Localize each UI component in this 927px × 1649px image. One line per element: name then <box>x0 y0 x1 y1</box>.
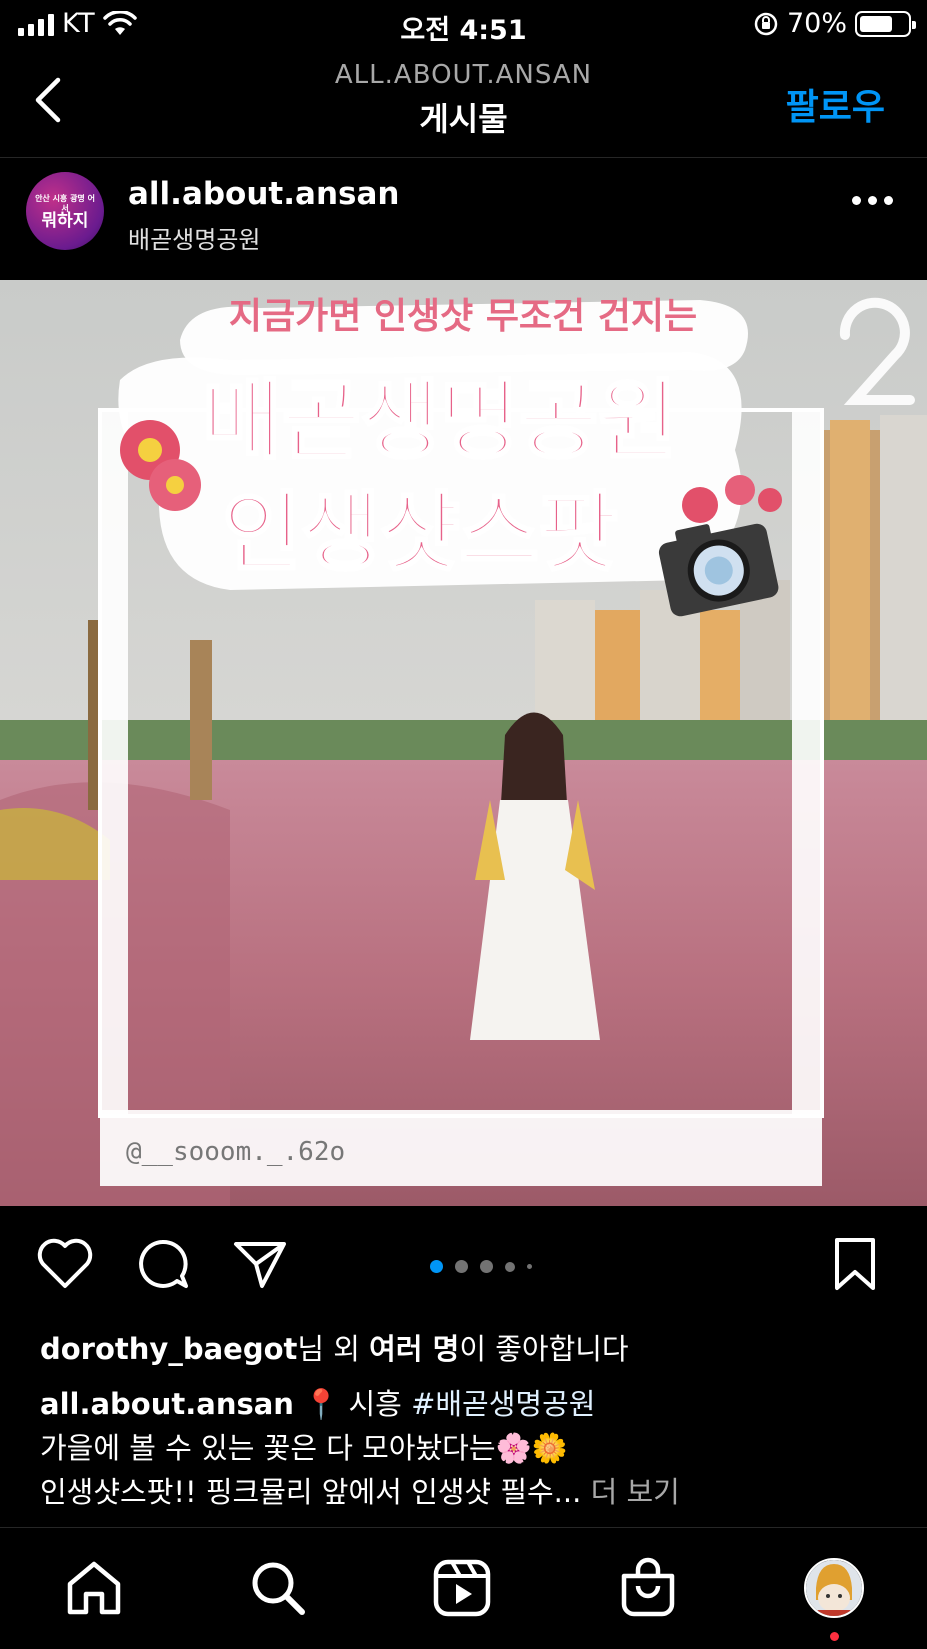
notification-dot <box>830 1632 839 1641</box>
carousel-dot <box>430 1260 443 1273</box>
search-icon[interactable] <box>246 1556 310 1620</box>
post-photo: 지금가면 인생샷 무조건 건지는 배곧생명공원 인생샷스팟 @__sooom._… <box>0 280 927 1206</box>
share-icon[interactable] <box>230 1234 290 1294</box>
caption-line-3-text: 인생샷스팟!! 핑크뮬리 앞에서 인생샷 필수... <box>40 1475 591 1509</box>
caption-username[interactable]: all.about.ansan <box>40 1387 294 1421</box>
tab-bar <box>0 1527 927 1649</box>
carousel-dot <box>527 1264 532 1269</box>
headline-sub: 인생샷스팟 <box>222 483 618 583</box>
avatar[interactable]: 안산 시흥 광명 어서 뭐하지 <box>26 172 104 250</box>
battery-percent: 70% <box>786 8 847 39</box>
headline-main: 배곧생명공원 <box>203 371 678 471</box>
battery-level <box>860 15 893 32</box>
see-more-link[interactable]: 더 보기 <box>591 1475 680 1509</box>
photo-credit: @__sooom._.62o <box>126 1137 345 1167</box>
status-bar: KT 오전 4:51 70% <box>0 0 927 50</box>
caption-location-text: 📍 시흥 <box>293 1387 412 1421</box>
reels-icon[interactable] <box>430 1556 494 1620</box>
profile-avatar[interactable] <box>804 1558 864 1618</box>
comment-icon[interactable] <box>132 1234 192 1294</box>
carousel-dot <box>505 1261 515 1272</box>
likes-middle: 님 외 <box>297 1332 370 1366</box>
caption-line-1: all.about.ansan 📍 시흥 #배곧생명공원 <box>40 1382 900 1426</box>
carousel-dot <box>455 1260 468 1273</box>
home-icon[interactable] <box>62 1556 126 1620</box>
carousel-indicator <box>430 1260 532 1273</box>
shop-icon[interactable] <box>616 1556 680 1620</box>
heart-icon[interactable] <box>35 1234 95 1294</box>
follow-button[interactable]: 팔로우 <box>786 78 885 130</box>
post-header: 안산 시흥 광명 어서 뭐하지 all.about.ansan 배곧생명공원 <box>0 158 927 280</box>
bookmark-icon[interactable] <box>825 1234 885 1294</box>
caption-hashtag[interactable]: #배곧생명공원 <box>411 1387 595 1421</box>
caption-line-2: 가을에 볼 수 있는 꽃은 다 모아놨다는🌸🌼 <box>40 1431 568 1465</box>
avatar-text-main: 뭐하지 <box>41 211 89 231</box>
carousel-dot <box>480 1260 493 1273</box>
post-location[interactable]: 배곧생명공원 <box>128 220 260 255</box>
likes-suffix: 이 좋아합니다 <box>459 1332 629 1366</box>
likes-text[interactable]: dorothy_baegot님 외 여러 명이 좋아합니다 <box>40 1326 629 1368</box>
profile-avatar-image <box>806 1560 862 1616</box>
status-right: 70% <box>753 8 916 39</box>
post-actions <box>0 1206 927 1324</box>
post-caption: all.about.ansan 📍 시흥 #배곧생명공원 가을에 볼 수 있는 … <box>40 1382 900 1514</box>
likes-others[interactable]: 여러 명 <box>369 1332 459 1366</box>
battery-icon <box>855 10 916 37</box>
post-image[interactable]: 지금가면 인생샷 무조건 건지는 배곧생명공원 인생샷스팟 @__sooom._… <box>0 280 927 1206</box>
nav-bar: ALL.ABOUT.ANSAN 게시물 팔로우 <box>0 50 927 158</box>
more-options-icon[interactable] <box>852 196 893 205</box>
post-username[interactable]: all.about.ansan <box>128 176 399 212</box>
caption-line-3: 인생샷스팟!! 핑크뮬리 앞에서 인생샷 필수... 더 보기 <box>40 1470 900 1514</box>
rotation-lock-icon <box>754 12 778 35</box>
likes-user[interactable]: dorothy_baegot <box>40 1332 297 1366</box>
headline-top: 지금가면 인생샷 무조건 건지는 <box>229 296 697 337</box>
